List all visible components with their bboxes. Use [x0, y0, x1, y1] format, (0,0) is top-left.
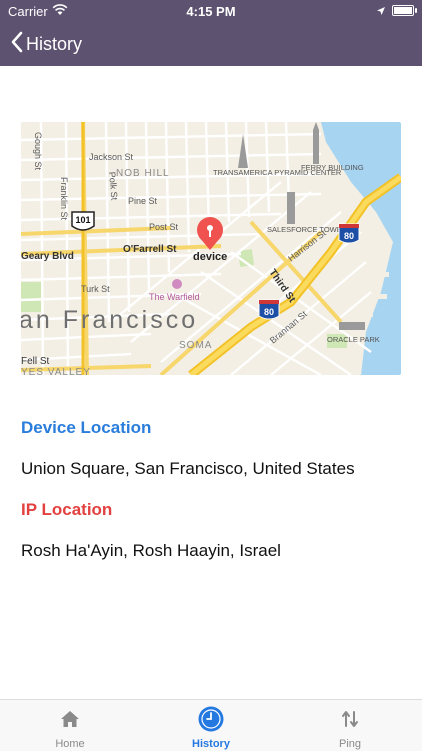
- back-button[interactable]: History: [10, 30, 82, 58]
- neighborhood-label: YES VALLEY: [21, 367, 91, 375]
- svg-text:101: 101: [75, 215, 90, 225]
- tab-history-label: History: [192, 738, 230, 750]
- ip-location-value: Rosh Ha'Ayin, Rosh Haayin, Israel: [21, 541, 281, 560]
- tab-ping[interactable]: Ping: [300, 706, 400, 750]
- ip-location-title: IP Location: [21, 500, 113, 519]
- landmark-label: The Warfield: [149, 292, 200, 302]
- interstate-80-shield: 80: [258, 299, 280, 320]
- landmark-label: SALESFORCE TOWER: [267, 225, 348, 234]
- interstate-80-shield: 80: [338, 223, 360, 244]
- battery-icon: [392, 5, 417, 16]
- street-label: Turk St: [81, 284, 110, 294]
- tab-history[interactable]: History: [161, 706, 261, 750]
- street-label: Post St: [149, 222, 179, 232]
- up-down-arrows-icon: [300, 706, 400, 732]
- city-label: an Francisco: [21, 306, 198, 334]
- pin-label: device: [193, 251, 227, 263]
- landmark-label: ORACLE PARK: [327, 335, 380, 344]
- clock-icon: [161, 706, 261, 732]
- street-label: Pine St: [128, 196, 158, 206]
- tab-bar: Home History Ping: [0, 699, 422, 751]
- svg-text:80: 80: [264, 307, 274, 317]
- home-icon: [20, 706, 120, 732]
- device-location-value: Union Square, San Francisco, United Stat…: [21, 459, 355, 478]
- landmark-label: FERRY BUILDING: [301, 163, 364, 172]
- device-location-title: Device Location: [21, 418, 152, 437]
- street-label: Geary Blvd: [21, 251, 74, 262]
- highway-101-shield: 101: [71, 211, 95, 231]
- neighborhood-label: NOB HILL: [116, 168, 170, 179]
- street-label: Fell St: [21, 356, 50, 367]
- chevron-left-icon: [10, 30, 24, 58]
- tab-home[interactable]: Home: [20, 706, 120, 750]
- top-bar: Carrier 4:15 PM History: [0, 0, 422, 66]
- tab-home-label: Home: [55, 738, 85, 750]
- street-label: Franklin St: [59, 177, 69, 221]
- street-label: Jackson St: [89, 152, 134, 162]
- street-label: Gough St: [33, 132, 43, 171]
- neighborhood-label: SOMA: [179, 340, 212, 351]
- tab-ping-label: Ping: [338, 738, 362, 750]
- clock-time: 4:15 PM: [186, 4, 236, 19]
- navigation-bar: History: [0, 22, 422, 66]
- svg-text:80: 80: [344, 231, 354, 241]
- status-bar: Carrier 4:15 PM: [0, 0, 422, 22]
- street-label: O'Farrell St: [123, 244, 177, 255]
- location-arrow-icon: [376, 4, 386, 19]
- back-button-label: History: [26, 33, 83, 54]
- location-map[interactable]: Jackson St Pine St Post St O'Farrell St …: [21, 122, 401, 375]
